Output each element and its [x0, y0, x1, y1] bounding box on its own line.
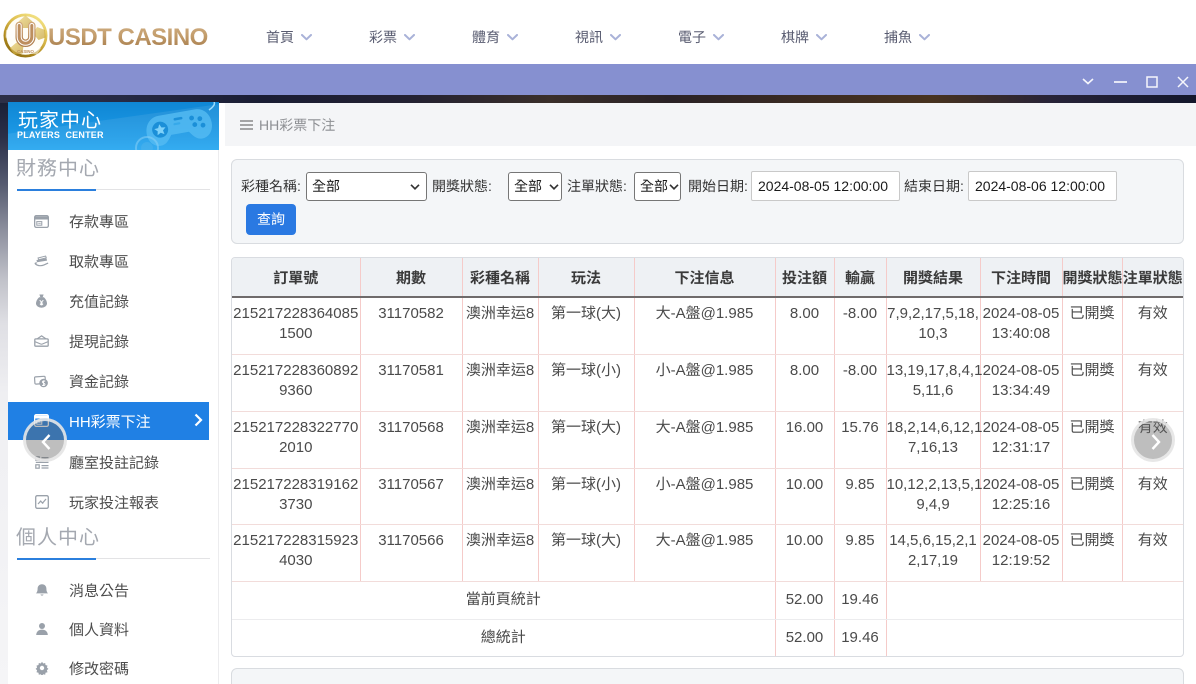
svg-text:CASINO: CASINO	[17, 49, 34, 54]
